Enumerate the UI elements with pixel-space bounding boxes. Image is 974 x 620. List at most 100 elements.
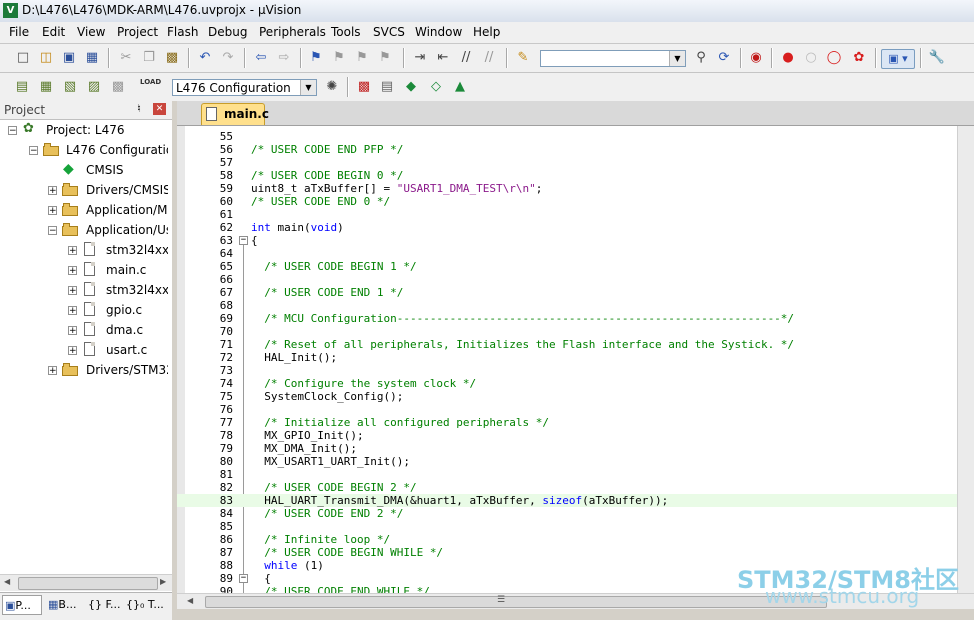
chevron-down-icon[interactable]: ▼ xyxy=(300,80,316,95)
scroll-left-icon[interactable]: ◀ xyxy=(187,596,193,605)
code-line[interactable]: 77 /* Initialize all configured peripher… xyxy=(177,416,974,429)
expand-icon[interactable]: + xyxy=(48,186,57,196)
code-line[interactable]: 75 SystemClock_Config(); xyxy=(177,390,974,403)
window-layout-icon[interactable]: ▣ ▾ xyxy=(881,49,915,69)
code-line[interactable]: 72 HAL_Init(); xyxy=(177,351,974,364)
unindent-icon[interactable]: ⇤ xyxy=(434,49,452,67)
cut-icon[interactable]: ✂ xyxy=(117,49,135,67)
menu-debug[interactable]: Debug xyxy=(208,25,247,39)
tab-templates[interactable]: {}₀ T... xyxy=(124,595,170,615)
menu-peripherals[interactable]: Peripherals xyxy=(259,25,326,39)
manage-runtime-icon[interactable]: ◆ xyxy=(402,78,420,96)
fold-collapse-icon[interactable]: − xyxy=(239,574,248,583)
menu-edit[interactable]: Edit xyxy=(42,25,65,39)
breakpoint-icon[interactable]: ● xyxy=(779,49,797,67)
expand-icon[interactable]: + xyxy=(68,346,77,356)
menu-file[interactable]: File xyxy=(9,25,29,39)
bookmark-clear-icon[interactable]: ⚑ xyxy=(376,49,394,67)
code-line[interactable]: 83 HAL_UART_Transmit_DMA(&huart1, aTxBuf… xyxy=(177,494,974,507)
code-line[interactable]: 76 xyxy=(177,403,974,416)
manage-project-icon[interactable]: ▩ xyxy=(355,78,373,96)
code-line[interactable]: 86 /* Infinite loop */ xyxy=(177,533,974,546)
target-select[interactable]: L476 Configuration ▼ xyxy=(172,79,317,96)
pin-icon[interactable]: ♮ xyxy=(137,102,141,115)
tree-node-folder[interactable]: + Drivers/STM32L xyxy=(0,361,168,381)
collapse-icon[interactable]: − xyxy=(8,126,17,136)
editor-vscrollbar[interactable] xyxy=(957,126,974,593)
breakpoint-kill-all-icon[interactable]: ✿ xyxy=(850,49,868,67)
open-folder-icon[interactable]: ◫ xyxy=(37,49,55,67)
scroll-thumb[interactable] xyxy=(205,596,827,608)
indent-icon[interactable]: ⇥ xyxy=(411,49,429,67)
expand-icon[interactable]: + xyxy=(48,206,57,216)
code-line[interactable]: 61 xyxy=(177,208,974,221)
code-line[interactable]: 87 /* USER CODE BEGIN WHILE */ xyxy=(177,546,974,559)
tree-node-file[interactable]: + stm32l4xx_it xyxy=(0,281,168,301)
tree-node-project[interactable]: − ✿ Project: L476 xyxy=(0,121,168,141)
target-options-icon[interactable]: ✺ xyxy=(323,78,341,96)
comment-icon[interactable]: // xyxy=(457,49,475,67)
breakpoint-disable-icon[interactable]: ○ xyxy=(802,49,820,67)
code-line[interactable]: 67 /* USER CODE END 1 */ xyxy=(177,286,974,299)
code-line[interactable]: 79 MX_DMA_Init(); xyxy=(177,442,974,455)
tree-node-folder[interactable]: + Application/MD xyxy=(0,201,168,221)
code-line[interactable]: 59 uint8_t aTxBuffer[] = "USART1_DMA_TEST… xyxy=(177,182,974,195)
nav-forward-icon[interactable]: ⇨ xyxy=(275,49,293,67)
find-in-files-icon[interactable]: ✎ xyxy=(514,49,532,67)
code-line[interactable]: 66 xyxy=(177,273,974,286)
expand-icon[interactable]: + xyxy=(68,266,77,276)
tree-node-file[interactable]: + main.c xyxy=(0,261,168,281)
undo-icon[interactable]: ↶ xyxy=(196,49,214,67)
menu-tools[interactable]: Tools xyxy=(331,25,361,39)
code-line[interactable]: 62 int main(void) xyxy=(177,221,974,234)
expand-icon[interactable]: + xyxy=(68,286,77,296)
tree-node-file[interactable]: + gpio.c xyxy=(0,301,168,321)
menu-view[interactable]: View xyxy=(77,25,105,39)
code-line[interactable]: 81 xyxy=(177,468,974,481)
new-file-icon[interactable]: □ xyxy=(14,49,32,67)
code-line[interactable]: 85 xyxy=(177,520,974,533)
code-line[interactable]: 56 /* USER CODE END PFP */ xyxy=(177,143,974,156)
file-extensions-icon[interactable]: ▤ xyxy=(378,78,396,96)
debug-start-icon[interactable]: ◉ xyxy=(747,49,765,67)
expand-icon[interactable]: + xyxy=(48,366,57,376)
tab-main-c[interactable]: main.c xyxy=(201,103,269,125)
save-icon[interactable]: ▣ xyxy=(60,49,78,67)
save-all-icon[interactable]: ▦ xyxy=(83,49,101,67)
tab-books[interactable]: ▦B... xyxy=(46,595,82,615)
tree-node-folder[interactable]: − Application/Use xyxy=(0,221,168,241)
menu-window[interactable]: Window xyxy=(415,25,462,39)
find-combo[interactable]: ▼ xyxy=(540,50,686,67)
tab-project[interactable]: ▣P... xyxy=(2,595,42,615)
download-icon[interactable]: LOAD xyxy=(140,78,161,96)
code-line[interactable]: 82 /* USER CODE BEGIN 2 */ xyxy=(177,481,974,494)
tree-node-file[interactable]: + stm32l4xx_h xyxy=(0,241,168,261)
tree-node-target[interactable]: − L476 Configuration xyxy=(0,141,168,161)
bookmark-prev-icon[interactable]: ⚑ xyxy=(330,49,348,67)
batch-build-icon[interactable]: ▨ xyxy=(85,78,103,96)
code-line[interactable]: 80 MX_USART1_UART_Init(); xyxy=(177,455,974,468)
code-line[interactable]: 84 /* USER CODE END 2 */ xyxy=(177,507,974,520)
code-line[interactable]: 57 xyxy=(177,156,974,169)
build-icon[interactable]: ▦ xyxy=(37,78,55,96)
fold-collapse-icon[interactable]: − xyxy=(239,236,248,245)
collapse-icon[interactable]: − xyxy=(48,226,57,236)
tree-node-cmsis[interactable]: ◆ CMSIS xyxy=(0,161,168,181)
rebuild-icon[interactable]: ▧ xyxy=(61,78,79,96)
scroll-right-icon[interactable]: ▶ xyxy=(160,577,166,586)
scroll-thumb[interactable] xyxy=(18,577,158,590)
incremental-find-icon[interactable]: ⟳ xyxy=(715,49,733,67)
collapse-icon[interactable]: − xyxy=(29,146,38,156)
code-line[interactable]: 74 /* Configure the system clock */ xyxy=(177,377,974,390)
configure-icon[interactable]: 🔧 xyxy=(928,49,946,67)
close-icon[interactable]: ✕ xyxy=(153,103,166,115)
nav-back-icon[interactable]: ⇦ xyxy=(252,49,270,67)
scroll-left-icon[interactable]: ◀ xyxy=(4,577,10,586)
code-line[interactable]: 68 xyxy=(177,299,974,312)
code-line[interactable]: 70 xyxy=(177,325,974,338)
menu-flash[interactable]: Flash xyxy=(167,25,198,39)
bookmark-icon[interactable]: ⚑ xyxy=(307,49,325,67)
tree-node-file[interactable]: + usart.c xyxy=(0,341,168,361)
uncomment-icon[interactable]: // xyxy=(480,49,498,67)
expand-icon[interactable]: + xyxy=(68,306,77,316)
